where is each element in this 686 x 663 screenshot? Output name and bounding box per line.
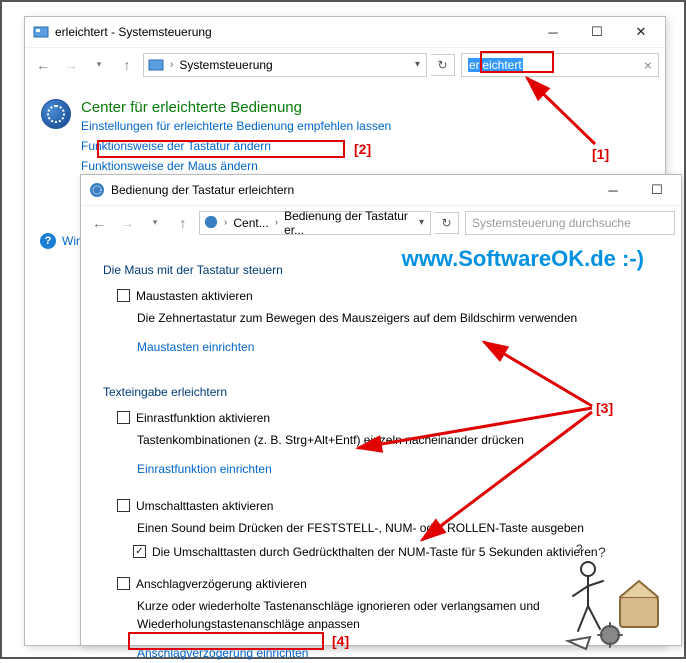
address-bar[interactable]: › Cent... › Bedienung der Tastatur er...… bbox=[199, 211, 431, 235]
chevron-down-icon[interactable]: ▾ bbox=[413, 59, 422, 70]
desc-mousekeys: Die Zehnertastatur zum Bewegen des Mausz… bbox=[137, 309, 661, 327]
checkbox-togglekeys[interactable] bbox=[117, 499, 130, 512]
svg-text:?: ? bbox=[576, 542, 583, 556]
history-dropdown[interactable]: ▾ bbox=[87, 53, 111, 77]
breadcrumb-item[interactable]: Cent... bbox=[233, 216, 268, 230]
titlebar: erleichtert - Systemsteuerung ─ ☐ ✕ bbox=[25, 17, 665, 47]
forward-button[interactable]: → bbox=[115, 211, 139, 235]
annotation-box-4 bbox=[128, 632, 324, 650]
close-button[interactable]: ✕ bbox=[619, 17, 663, 47]
ease-of-access-icon bbox=[41, 99, 71, 129]
watermark-right: www.SoftwareOK.de :-) bbox=[402, 246, 644, 272]
maximize-button[interactable]: ☐ bbox=[575, 17, 619, 47]
checkbox-sticky[interactable] bbox=[117, 411, 130, 424]
breadcrumb-item[interactable]: Systemsteuerung bbox=[179, 58, 272, 72]
maximize-button[interactable]: ☐ bbox=[635, 175, 679, 205]
annotation-label-3: [3] bbox=[596, 400, 613, 416]
titlebar: Bedienung der Tastatur erleichtern ─ ☐ bbox=[81, 175, 681, 205]
history-dropdown[interactable]: ▾ bbox=[143, 211, 167, 235]
checkbox-togglekeys-hold[interactable] bbox=[133, 545, 146, 558]
ease-of-access-icon bbox=[89, 182, 105, 198]
annotation-label-4: [4] bbox=[332, 633, 349, 649]
chevron-right-icon: › bbox=[168, 59, 175, 70]
refresh-button[interactable]: ↻ bbox=[435, 212, 459, 234]
refresh-button[interactable]: ↻ bbox=[431, 54, 455, 76]
desc-sticky: Tastenkombinationen (z. B. Strg+Alt+Entf… bbox=[137, 431, 661, 449]
section-heading[interactable]: Center für erleichterte Bedienung bbox=[81, 99, 391, 116]
annotation-box-2 bbox=[97, 140, 345, 158]
link-setup-sticky[interactable]: Einrastfunktion einrichten bbox=[137, 459, 272, 479]
annotation-box-1 bbox=[480, 51, 554, 73]
up-button[interactable]: ↑ bbox=[115, 53, 139, 77]
section-text-title: Texteingabe erleichtern bbox=[103, 383, 661, 401]
desc-togglekeys: Einen Sound beim Drücken der FESTSTELL-,… bbox=[137, 519, 661, 537]
forward-button[interactable]: → bbox=[59, 53, 83, 77]
address-bar[interactable]: › Systemsteuerung ▾ bbox=[143, 53, 427, 77]
label-sticky: Einrastfunktion aktivieren bbox=[136, 409, 270, 427]
nav-toolbar: ← → ▾ ↑ › Systemsteuerung ▾ ↻ erleichter… bbox=[25, 47, 665, 81]
chevron-right-icon: › bbox=[273, 217, 280, 228]
breadcrumb-item[interactable]: Bedienung der Tastatur er... bbox=[284, 209, 413, 237]
control-panel-icon bbox=[33, 24, 49, 40]
control-panel-icon bbox=[148, 57, 164, 73]
window-title: Bedienung der Tastatur erleichtern bbox=[111, 183, 591, 197]
decorative-doodle: ? ? bbox=[548, 541, 668, 651]
label-togglekeys-hold: Die Umschalttasten durch Gedrückthalten … bbox=[152, 543, 598, 561]
label-togglekeys: Umschalttasten aktivieren bbox=[136, 497, 273, 515]
chevron-down-icon[interactable]: ▾ bbox=[417, 217, 426, 228]
link-setup-mousekeys[interactable]: Maustasten einrichten bbox=[137, 337, 254, 357]
label-mousekeys: Maustasten aktivieren bbox=[136, 287, 253, 305]
desc-filterkeys: Kurze oder wiederholte Tastenanschläge i… bbox=[137, 597, 597, 633]
checkbox-filterkeys[interactable] bbox=[117, 577, 130, 590]
content-area: Center für erleichterte Bedienung Einste… bbox=[25, 81, 665, 176]
clear-search-icon[interactable]: × bbox=[644, 57, 652, 73]
minimize-button[interactable]: ─ bbox=[531, 17, 575, 47]
annotation-label-1: [1] bbox=[592, 146, 609, 162]
link-change-mouse[interactable]: Funktionsweise der Maus ändern bbox=[81, 156, 258, 176]
up-button[interactable]: ↑ bbox=[171, 211, 195, 235]
label-filterkeys: Anschlagverzögerung aktivieren bbox=[136, 575, 307, 593]
checkbox-mousekeys[interactable] bbox=[117, 289, 130, 302]
ease-of-access-icon bbox=[204, 215, 218, 231]
minimize-button[interactable]: ─ bbox=[591, 175, 635, 205]
annotation-label-2: [2] bbox=[354, 141, 371, 157]
search-placeholder: Systemsteuerung durchsuche bbox=[472, 216, 631, 230]
back-button[interactable]: ← bbox=[31, 53, 55, 77]
window-title: erleichtert - Systemsteuerung bbox=[55, 25, 531, 39]
chevron-right-icon: › bbox=[222, 217, 229, 228]
link-recommend-settings[interactable]: Einstellungen für erleichterte Bedienung… bbox=[81, 116, 391, 136]
help-icon: ? bbox=[40, 233, 56, 249]
nav-toolbar: ← → ▾ ↑ › Cent... › Bedienung der Tastat… bbox=[81, 205, 681, 239]
search-input[interactable]: Systemsteuerung durchsuche bbox=[465, 211, 675, 235]
back-button[interactable]: ← bbox=[87, 211, 111, 235]
svg-text:?: ? bbox=[598, 544, 606, 560]
